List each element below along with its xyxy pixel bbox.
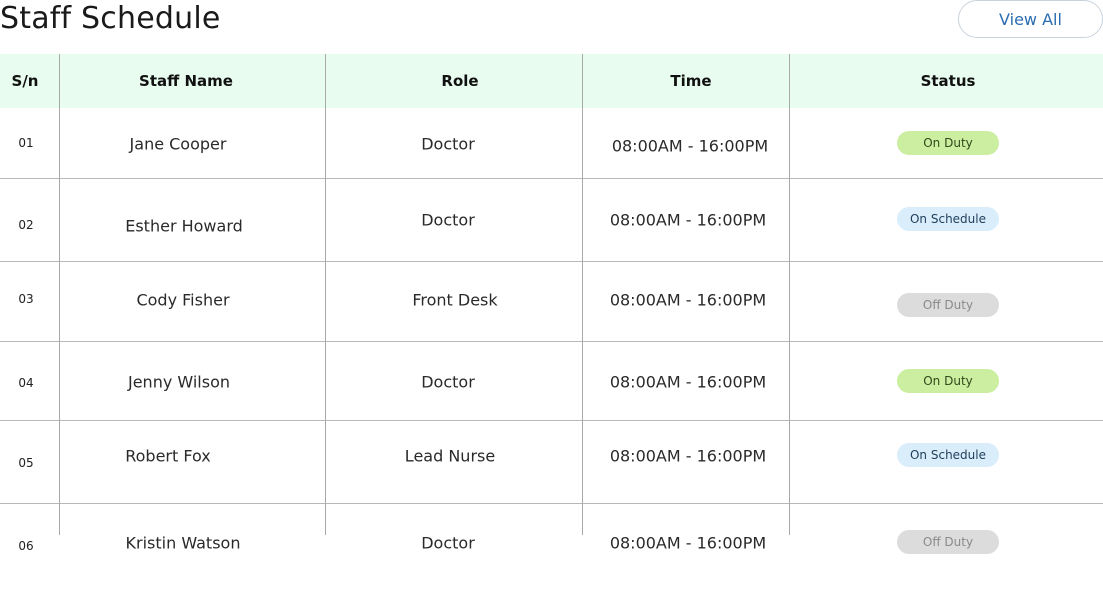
serial-number: 02	[18, 218, 34, 232]
staff-name: Cody Fisher	[136, 290, 230, 310]
table-row: 06 Kristin Watson Doctor 08:00AM - 16:00PM O…	[0, 504, 1103, 589]
table-row: 05 Robert Fox Lead Nurse 08:00AM - 16:00PM O…	[0, 421, 1103, 504]
status-badge: On Schedule	[897, 443, 999, 467]
staff-role: Doctor	[421, 372, 475, 392]
page-title: Staff Schedule	[0, 1, 221, 36]
serial-number: 03	[18, 292, 34, 306]
staff-name: Robert Fox	[125, 446, 211, 466]
column-divider	[789, 54, 790, 535]
column-divider	[59, 54, 60, 535]
status-badge: Off Duty	[897, 293, 999, 317]
staff-name: Jenny Wilson	[127, 372, 231, 392]
staff-role: Doctor	[421, 533, 475, 553]
status-badge: On Duty	[897, 369, 999, 393]
staff-name: Kristin Watson	[125, 533, 241, 553]
table-header: S/n Staff Name Role Time Status	[0, 54, 1103, 108]
staff-name: Jane Cooper	[129, 134, 227, 154]
status-badge: On Duty	[897, 131, 999, 155]
staff-role: Front Desk	[412, 290, 498, 310]
staff-name: Esther Howard	[125, 216, 243, 236]
staff-role: Doctor	[421, 210, 475, 230]
serial-number: 06	[18, 539, 34, 553]
column-divider	[325, 54, 326, 535]
table-row: 01 Jane Cooper Doctor 08:00AM - 16:00PM On D…	[0, 108, 1103, 179]
column-divider	[582, 54, 583, 535]
column-header-time: Time	[670, 72, 712, 90]
column-header-status: Status	[920, 72, 976, 90]
serial-number: 05	[18, 456, 34, 470]
serial-number: 01	[18, 136, 34, 150]
table-row: 03 Cody Fisher Front Desk 08:00AM - 16:00PM…	[0, 262, 1103, 342]
table-row: 02 Esther Howard Doctor 08:00AM - 16:00PM On…	[0, 179, 1103, 262]
shift-time: 08:00AM - 16:00PM	[609, 290, 767, 310]
column-header-sn: S/n	[11, 72, 39, 90]
shift-time: 08:00AM - 16:00PM	[609, 372, 767, 392]
staff-role: Doctor	[421, 134, 475, 154]
status-badge: On Schedule	[897, 207, 999, 231]
table-row: 04 Jenny Wilson Doctor 08:00AM - 16:00PM On …	[0, 342, 1103, 421]
column-header-role: Role	[441, 72, 479, 90]
serial-number: 04	[18, 376, 34, 390]
shift-time: 08:00AM - 16:00PM	[609, 446, 767, 466]
staff-role: Lead Nurse	[404, 446, 496, 466]
shift-time: 08:00AM - 16:00PM	[609, 210, 767, 230]
shift-time: 08:00AM - 16:00PM	[609, 533, 767, 553]
column-header-staff-name: Staff Name	[139, 72, 233, 90]
status-badge: Off Duty	[897, 530, 999, 554]
shift-time: 08:00AM - 16:00PM	[611, 136, 769, 156]
view-all-button[interactable]: View All	[958, 0, 1103, 38]
